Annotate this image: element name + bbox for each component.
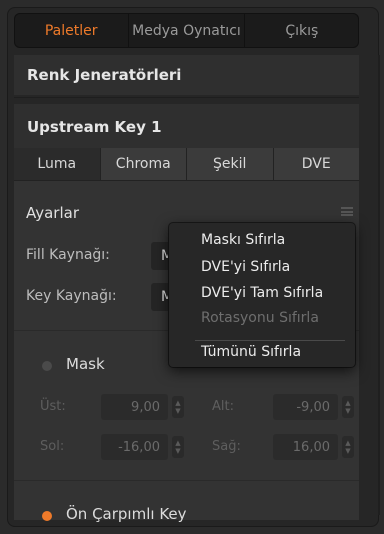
divider	[14, 97, 359, 98]
tab-media-player[interactable]: Medya Oynatıcı	[129, 13, 245, 48]
mask-label: Mask	[66, 355, 105, 373]
mask-bottom-label: Alt:	[212, 399, 234, 414]
menu-item-reset-all[interactable]: Tümünü Sıfırla	[201, 344, 301, 360]
menu-item-reset-dve[interactable]: DVE'yi Sıfırla	[201, 259, 290, 275]
key-type-tabs: Luma Chroma Şekil DVE	[14, 148, 359, 181]
fill-source-label: Fill Kaynağı:	[26, 247, 110, 263]
scrollbar[interactable]	[378, 55, 380, 515]
tab-pattern[interactable]: Şekil	[187, 148, 274, 180]
mask-right-input[interactable]: 16,00	[273, 434, 338, 460]
mask-bottom-stepper[interactable]: ▲ ▼	[342, 396, 354, 418]
top-tab-bar: Paletler Medya Oynatıcı Çıkış	[14, 13, 359, 48]
mask-right-label: Sağ:	[212, 439, 241, 454]
tab-luma[interactable]: Luma	[14, 148, 101, 180]
mask-top-stepper[interactable]: ▲ ▼	[172, 396, 184, 418]
mask-top-input[interactable]: 9,00	[101, 394, 168, 420]
mask-left-stepper[interactable]: ▲ ▼	[172, 436, 184, 458]
menu-item-reset-rotation: Rotasyonu Sıfırla	[201, 310, 319, 326]
mask-radio[interactable]	[42, 361, 52, 371]
tab-output[interactable]: Çıkış	[245, 13, 359, 48]
settings-title: Ayarlar	[26, 204, 80, 222]
divider	[14, 480, 359, 481]
menu-item-full-reset-dve[interactable]: DVE'yi Tam Sıfırla	[201, 285, 323, 301]
tab-dve[interactable]: DVE	[274, 148, 360, 180]
settings-menu-icon[interactable]	[341, 207, 353, 216]
menu-separator	[195, 340, 345, 341]
mask-left-input[interactable]: -16,00	[101, 434, 168, 460]
color-generators-title[interactable]: Renk Jeneratörleri	[27, 66, 181, 84]
key-source-label: Key Kaynağı:	[26, 288, 117, 304]
upstream-key-title[interactable]: Upstream Key 1	[27, 118, 162, 136]
mask-bottom-input[interactable]: -9,00	[273, 394, 338, 420]
settings-context-menu: Maskı Sıfırla DVE'yi Sıfırla DVE'yi Tam …	[169, 223, 355, 367]
mask-right-stepper[interactable]: ▲ ▼	[342, 436, 354, 458]
mask-left-label: Sol:	[40, 439, 65, 454]
tab-palettes[interactable]: Paletler	[14, 13, 130, 48]
mask-top-label: Üst:	[40, 399, 66, 414]
tab-chroma[interactable]: Chroma	[101, 148, 187, 180]
premultiplied-key-label: Ön Çarpımlı Key	[66, 505, 187, 523]
premultiplied-key-radio[interactable]	[42, 511, 52, 521]
menu-item-reset-mask[interactable]: Maskı Sıfırla	[201, 232, 285, 248]
